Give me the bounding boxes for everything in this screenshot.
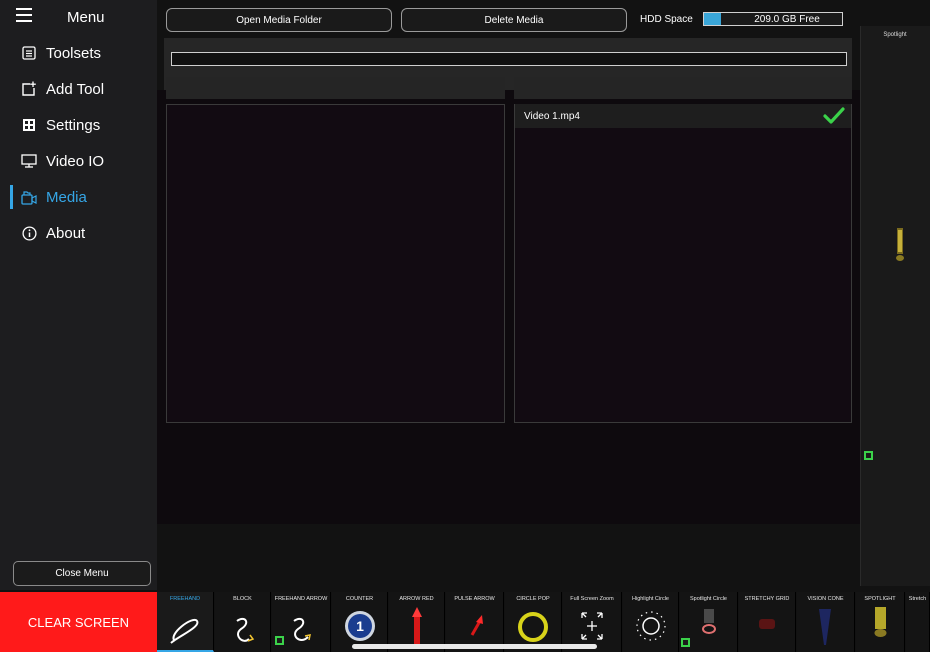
counter-icon: 1 <box>345 611 375 641</box>
file-name: Video 1.mp4 <box>524 110 580 122</box>
spotlight-circle-icon <box>681 609 716 647</box>
tool-freehand-arrow[interactable]: FREEHAND ARROW <box>272 592 331 652</box>
file-list-item[interactable]: Video 1.mp4 <box>515 104 851 128</box>
arrow-red-icon <box>412 607 422 647</box>
sidebar-item-label: About <box>46 224 86 242</box>
pulse-arrow-icon <box>470 615 483 636</box>
delete-media-button[interactable]: Delete Media <box>401 8 627 32</box>
tool-pulse-arrow[interactable]: PULSE ARROW <box>446 592 504 652</box>
sidebar-item-media[interactable]: Media <box>0 180 157 214</box>
tool-freehand[interactable]: FREEHAND <box>157 592 214 652</box>
sidebar-item-label: Add Tool <box>46 80 105 98</box>
hdd-space-meter: 209.0 GB Free <box>703 12 843 26</box>
spotlight-panel <box>860 26 930 586</box>
tool-stretch[interactable]: Stretch <box>906 592 930 652</box>
sidebar-item-video-io[interactable]: Video IO <box>0 144 157 178</box>
hdd-free-text: 209.0 GB Free <box>754 13 820 25</box>
tool-spotlight-circle[interactable]: Spotlight Circle <box>680 592 738 652</box>
hamburger-icon[interactable] <box>16 8 32 22</box>
spotlight-icon <box>896 228 904 261</box>
counter-value: 1 <box>356 618 364 634</box>
tool-arrow-red[interactable]: ARROW RED <box>389 592 445 652</box>
sidebar-item-about[interactable]: About <box>0 216 157 250</box>
tool-spotlight[interactable]: SPOTLIGHT <box>856 592 905 652</box>
tool-highlight-circle[interactable]: Highlight Circle <box>623 592 679 652</box>
sidebar-item-label: Video IO <box>46 152 105 170</box>
sidebar-item-label: Settings <box>46 116 101 134</box>
freehand-icon <box>170 618 199 644</box>
info-icon <box>20 224 38 242</box>
tool-block[interactable]: BLOCK <box>215 592 271 652</box>
hdd-space-label: HDD Space <box>640 14 693 25</box>
fullscreen-zoom-icon <box>581 612 603 640</box>
stretchy-grid-icon <box>759 619 775 629</box>
sidebar-item-label: Toolsets <box>46 44 102 62</box>
home-indicator[interactable] <box>352 644 597 649</box>
menu-header: Menu <box>0 0 157 36</box>
menu-title: Menu <box>67 9 105 26</box>
monitor-icon <box>20 152 38 170</box>
freehand-arrow-icon <box>275 617 311 645</box>
tool-counter[interactable]: COUNTER 1 <box>332 592 388 652</box>
list-icon <box>20 44 38 62</box>
sidebar-item-add-tool[interactable]: Add Tool <box>0 72 157 106</box>
media-file-list <box>514 104 852 423</box>
sidebar-item-label: Media <box>46 188 87 206</box>
spotlight-icon <box>874 607 887 637</box>
tool-stretchy-grid[interactable]: STRETCHY GRID <box>739 592 796 652</box>
sidebar-item-toolsets[interactable]: Toolsets <box>0 36 157 70</box>
grid-icon <box>20 116 38 134</box>
spotlight-toggle[interactable] <box>864 451 873 460</box>
right-panel-header <box>514 77 852 99</box>
progress-bar <box>171 52 847 66</box>
vision-cone-icon <box>819 609 831 645</box>
checkmark-icon <box>823 107 845 124</box>
media-preview-panel <box>166 104 505 423</box>
sidebar-menu: Menu Toolsets Add Tool Settings Video IO… <box>0 0 157 590</box>
media-folder-icon <box>20 188 38 206</box>
spotlight-panel-title: Spotlight <box>883 32 907 38</box>
sidebar-item-settings[interactable]: Settings <box>0 108 157 142</box>
clear-screen-button[interactable]: CLEAR SCREEN <box>0 592 157 652</box>
add-square-icon <box>20 80 38 98</box>
circle-pop-icon <box>518 612 548 642</box>
tool-circle-pop[interactable]: CIRCLE POP <box>505 592 562 652</box>
tool-vision-cone[interactable]: VISION CONE <box>797 592 855 652</box>
left-panel-header <box>166 77 505 99</box>
open-media-folder-button[interactable]: Open Media Folder <box>166 8 392 32</box>
close-menu-button[interactable]: Close Menu <box>13 561 151 586</box>
block-icon <box>236 617 255 642</box>
tool-fullscreen-zoom[interactable]: Full Screen Zoom <box>563 592 622 652</box>
highlight-circle-icon <box>636 611 666 641</box>
